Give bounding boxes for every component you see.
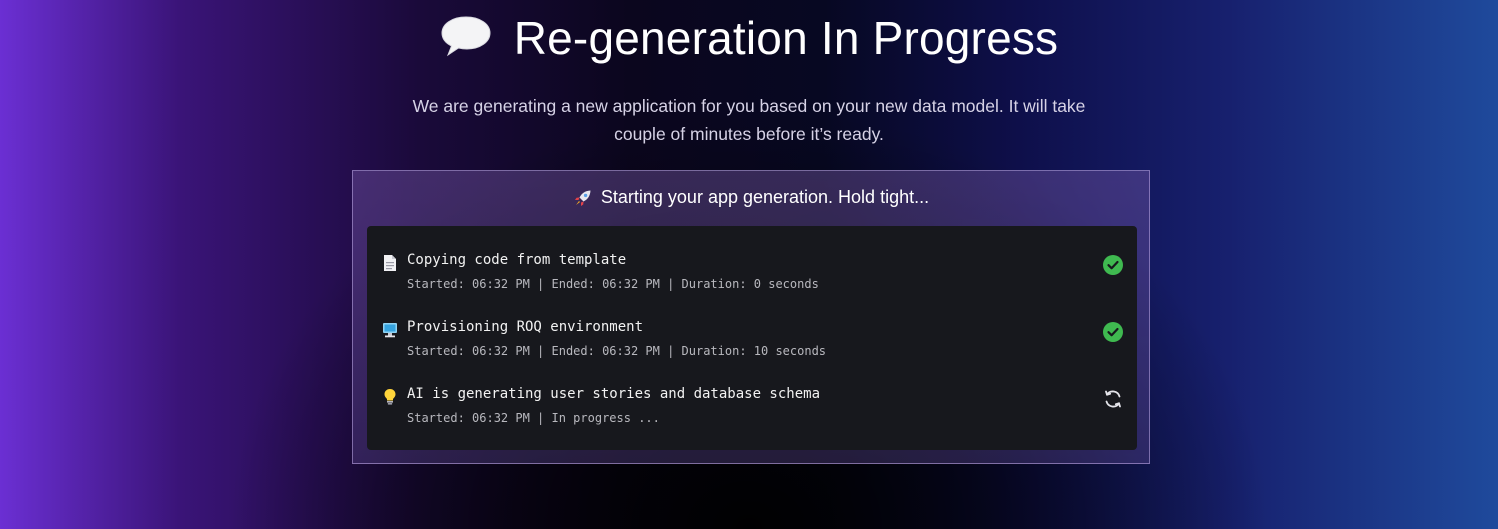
step-title: Copying code from template bbox=[407, 252, 627, 268]
page-subtitle: We are generating a new application for … bbox=[412, 96, 1086, 144]
log-step: Copying code from template Started: 06:3… bbox=[367, 252, 1137, 302]
refresh-icon bbox=[1105, 390, 1121, 408]
computer-icon bbox=[383, 323, 397, 338]
log-step: AI is generating user stories and databa… bbox=[367, 386, 1137, 436]
document-icon bbox=[384, 255, 396, 271]
check-circle-icon bbox=[1103, 255, 1123, 275]
step-meta: Started: 06:32 PM | Ended: 06:32 PM | Du… bbox=[407, 277, 819, 291]
page-title: Re-generation In Progress bbox=[513, 12, 1059, 64]
step-meta: Started: 06:32 PM | Ended: 06:32 PM | Du… bbox=[407, 344, 827, 358]
generation-log: Copying code from template Started: 06:3… bbox=[367, 226, 1137, 450]
speech-bubble-icon bbox=[441, 16, 491, 57]
check-circle-icon bbox=[1103, 322, 1123, 342]
rocket-icon bbox=[574, 190, 591, 206]
step-meta: Started: 06:32 PM | In progress ... bbox=[407, 411, 660, 425]
log-step: Provisioning ROQ environment Started: 06… bbox=[367, 319, 1137, 369]
generation-panel: Starting your app generation. Hold tight… bbox=[352, 170, 1150, 464]
lightbulb-icon bbox=[384, 389, 396, 405]
panel-heading: Starting your app generation. Hold tight… bbox=[600, 187, 930, 207]
title-row: Re-generation In Progress bbox=[0, 10, 1498, 66]
step-title: Provisioning ROQ environment bbox=[407, 319, 644, 335]
step-title: AI is generating user stories and databa… bbox=[407, 386, 821, 402]
panel-header: Starting your app generation. Hold tight… bbox=[353, 187, 1149, 208]
